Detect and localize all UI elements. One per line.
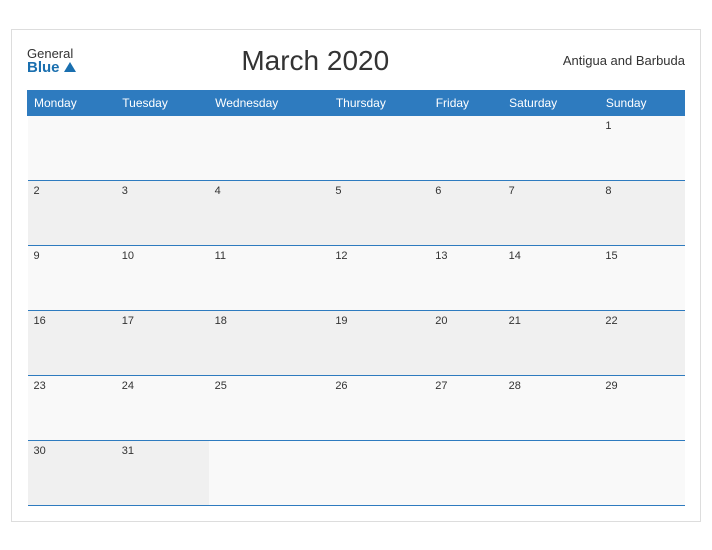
calendar-day-cell: 3 <box>116 180 209 245</box>
calendar-week-row: 23456 78 <box>28 180 685 245</box>
day-number: 22 <box>605 315 678 327</box>
logo-general-text: General <box>27 47 76 60</box>
calendar-day-cell <box>329 115 429 180</box>
day-number: 7 <box>509 185 594 197</box>
logo: General Blue <box>27 47 76 75</box>
calendar-day-cell: 27 <box>429 375 502 440</box>
calendar-day-cell <box>503 115 600 180</box>
calendar-day-cell: 8 <box>599 180 684 245</box>
calendar-day-cell: 2 <box>28 180 116 245</box>
day-number: 27 <box>435 380 496 392</box>
calendar-day-cell: 21 <box>503 310 600 375</box>
day-number: 25 <box>215 380 324 392</box>
calendar-day-cell <box>429 115 502 180</box>
calendar-day-cell: 11 <box>209 245 330 310</box>
calendar-day-cell: 19 <box>329 310 429 375</box>
calendar-day-cell <box>599 440 684 505</box>
day-number: 8 <box>605 185 678 197</box>
calendar-day-cell <box>329 440 429 505</box>
calendar-week-row: 1 <box>28 115 685 180</box>
day-number: 19 <box>335 315 423 327</box>
calendar-week-row: 23 24 25 26 27 28 29 <box>28 375 685 440</box>
calendar-week-row: 16 17 18 19 20 21 22 <box>28 310 685 375</box>
calendar-day-cell: 22 <box>599 310 684 375</box>
calendar-day-cell: 18 <box>209 310 330 375</box>
day-number: 12 <box>335 250 423 262</box>
day-number: 29 <box>605 380 678 392</box>
calendar-day-cell: 26 <box>329 375 429 440</box>
weekday-header-row: MondayTuesdayWednesdayThursdayFridaySatu… <box>28 90 685 115</box>
calendar-day-cell: 25 <box>209 375 330 440</box>
day-number: 9 <box>34 250 110 262</box>
day-number: 5 <box>335 185 423 197</box>
calendar-thead: MondayTuesdayWednesdayThursdayFridaySatu… <box>28 90 685 115</box>
calendar-day-cell: 16 <box>28 310 116 375</box>
calendar-day-cell: 28 <box>503 375 600 440</box>
day-number: 26 <box>335 380 423 392</box>
calendar-day-cell: 5 <box>329 180 429 245</box>
calendar-week-row: 9 10 11 12 13 14 15 <box>28 245 685 310</box>
calendar-day-cell: 7 <box>503 180 600 245</box>
day-number: 15 <box>605 250 678 262</box>
day-number: 31 <box>122 445 203 457</box>
calendar-day-cell: 13 <box>429 245 502 310</box>
day-number: 20 <box>435 315 496 327</box>
calendar-day-cell: 1 <box>599 115 684 180</box>
calendar-day-cell: 24 <box>116 375 209 440</box>
weekday-header-tuesday: Tuesday <box>116 90 209 115</box>
calendar-grid: MondayTuesdayWednesdayThursdayFridaySatu… <box>27 90 685 506</box>
weekday-header-saturday: Saturday <box>503 90 600 115</box>
day-number: 10 <box>122 250 203 262</box>
day-number: 3 <box>122 185 203 197</box>
logo-triangle-icon <box>64 62 76 72</box>
logo-blue-text: Blue <box>27 60 76 75</box>
weekday-header-monday: Monday <box>28 90 116 115</box>
day-number: 21 <box>509 315 594 327</box>
calendar-day-cell: 29 <box>599 375 684 440</box>
calendar-container: General Blue March 2020 Antigua and Barb… <box>11 29 701 522</box>
weekday-header-sunday: Sunday <box>599 90 684 115</box>
day-number: 6 <box>435 185 496 197</box>
weekday-header-friday: Friday <box>429 90 502 115</box>
calendar-day-cell <box>429 440 502 505</box>
calendar-day-cell <box>28 115 116 180</box>
calendar-tbody: 1234567891011121314151617181920212223242… <box>28 115 685 505</box>
day-number: 14 <box>509 250 594 262</box>
day-number: 30 <box>34 445 110 457</box>
calendar-day-cell: 23 <box>28 375 116 440</box>
calendar-header: General Blue March 2020 Antigua and Barb… <box>27 40 685 82</box>
calendar-day-cell <box>116 115 209 180</box>
calendar-day-cell: 4 <box>209 180 330 245</box>
calendar-title: March 2020 <box>76 45 555 77</box>
calendar-day-cell: 20 <box>429 310 502 375</box>
weekday-header-wednesday: Wednesday <box>209 90 330 115</box>
day-number: 18 <box>215 315 324 327</box>
day-number: 11 <box>215 250 324 262</box>
day-number: 4 <box>215 185 324 197</box>
weekday-header-thursday: Thursday <box>329 90 429 115</box>
calendar-day-cell: 30 <box>28 440 116 505</box>
day-number: 24 <box>122 380 203 392</box>
calendar-week-row: 30 31 <box>28 440 685 505</box>
calendar-day-cell <box>503 440 600 505</box>
calendar-day-cell: 17 <box>116 310 209 375</box>
day-number: 13 <box>435 250 496 262</box>
calendar-day-cell <box>209 115 330 180</box>
calendar-day-cell: 12 <box>329 245 429 310</box>
calendar-day-cell: 31 <box>116 440 209 505</box>
calendar-day-cell: 9 <box>28 245 116 310</box>
day-number: 23 <box>34 380 110 392</box>
calendar-day-cell: 10 <box>116 245 209 310</box>
calendar-day-cell: 6 <box>429 180 502 245</box>
calendar-day-cell: 14 <box>503 245 600 310</box>
day-number: 28 <box>509 380 594 392</box>
day-number: 16 <box>34 315 110 327</box>
day-number: 1 <box>605 120 678 132</box>
day-number: 2 <box>34 185 110 197</box>
calendar-day-cell <box>209 440 330 505</box>
calendar-day-cell: 15 <box>599 245 684 310</box>
day-number: 17 <box>122 315 203 327</box>
calendar-country: Antigua and Barbuda <box>555 53 685 68</box>
